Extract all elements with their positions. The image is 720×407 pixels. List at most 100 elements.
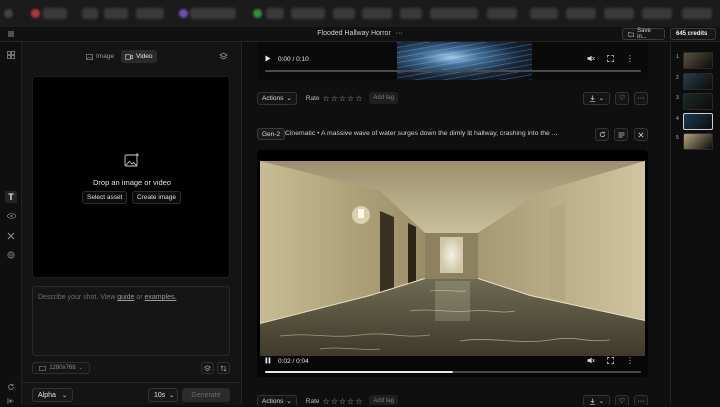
mute-icon[interactable] (587, 55, 595, 64)
guide-link[interactable]: guide (117, 294, 134, 301)
layout-icon[interactable] (5, 49, 17, 61)
generation-prompt[interactable]: Cinematic • A massive wave of water surg… (285, 130, 595, 137)
browser-tab[interactable] (190, 8, 236, 19)
video-player[interactable]: 0:02 / 0:04 ⋮ (257, 150, 648, 377)
layers-button[interactable] (201, 362, 214, 374)
prompt-placeholder-text: Describe your shot. View (38, 294, 118, 301)
add-tag-button[interactable]: Add tag (369, 395, 399, 405)
browser-tab[interactable] (333, 8, 355, 19)
thumbnail-item[interactable] (683, 133, 713, 150)
layers-icon (204, 364, 211, 371)
fullscreen-icon[interactable] (607, 357, 614, 366)
thumbnail-item[interactable] (683, 93, 713, 110)
video-player[interactable]: 0:00 / 0:10 ⋮ (257, 42, 648, 80)
browser-tab[interactable] (530, 8, 558, 19)
globe-icon[interactable] (5, 249, 17, 261)
text-icon[interactable]: T (5, 191, 17, 203)
video-progress-fill (265, 371, 453, 373)
more-vertical-icon[interactable]: ⋮ (626, 357, 634, 366)
save-in-button[interactable]: Save in... (622, 28, 665, 40)
browser-tab[interactable] (136, 8, 164, 19)
ellipsis-icon[interactable]: ··· (396, 30, 403, 37)
tab-video[interactable]: Video (121, 50, 157, 63)
more-button[interactable]: ··· (634, 394, 648, 405)
play-icon[interactable] (265, 55, 271, 64)
more-button[interactable]: ··· (634, 91, 648, 105)
video-time: 0:02 / 0:04 (278, 358, 309, 365)
star-icon[interactable]: ☆ (323, 397, 330, 406)
browser-tab[interactable] (487, 8, 517, 19)
star-icon[interactable]: ☆ (323, 94, 330, 103)
model-selector[interactable]: Alpha ⌄ (32, 388, 73, 402)
video-progress[interactable] (265, 371, 641, 373)
actions-dropdown[interactable]: Actions ⌄ (257, 91, 297, 105)
rating: Rate ☆☆☆☆☆ (306, 94, 364, 103)
stack-icon[interactable] (219, 52, 228, 61)
thumbnail-item[interactable] (683, 73, 713, 90)
star-icon[interactable]: ☆ (331, 94, 338, 103)
browser-tab[interactable] (291, 8, 325, 19)
favorite-button[interactable]: ♡ (615, 91, 629, 105)
browser-tab[interactable] (104, 8, 128, 19)
menu-icon[interactable] (7, 30, 15, 38)
video-controls-bar: 0:02 / 0:04 ⋮ (257, 356, 648, 377)
more-vertical-icon[interactable]: ⋮ (626, 55, 634, 64)
refresh-icon (599, 131, 605, 138)
video-controls: 0:00 / 0:10 (265, 55, 309, 64)
browser-tab[interactable] (266, 8, 284, 19)
media-dropzone[interactable]: Drop an image or video Select asset Crea… (32, 76, 230, 278)
select-asset-button[interactable]: Select asset (82, 191, 128, 204)
browser-tab[interactable] (430, 8, 478, 19)
pause-icon[interactable] (265, 357, 271, 366)
star-icon[interactable]: ☆ (339, 94, 346, 103)
generate-button[interactable]: Generate (182, 388, 230, 402)
star-icon[interactable]: ☆ (347, 94, 354, 103)
star-rating[interactable]: ☆☆☆☆☆ (323, 397, 364, 406)
prompt-input[interactable]: Describe your shot. View guide or exampl… (32, 286, 230, 356)
thumbnail-item[interactable] (683, 113, 713, 130)
swap-button[interactable] (217, 362, 230, 374)
tab-image[interactable]: Image (82, 50, 118, 63)
actions-dropdown[interactable]: Actions ⌄ (257, 394, 297, 405)
star-icon[interactable]: ☆ (339, 397, 346, 406)
star-icon[interactable]: ☆ (355, 94, 362, 103)
star-icon[interactable]: ☆ (331, 397, 338, 406)
ellipsis-icon: ··· (637, 94, 645, 102)
favorite-button[interactable]: ♡ (615, 394, 629, 405)
browser-tab[interactable] (82, 8, 98, 19)
download-button[interactable]: ⌄ (583, 91, 610, 105)
browser-tab[interactable] (362, 8, 392, 19)
video-actions-row: Actions ⌄ Rate ☆☆☆☆☆ Add tag ⌄ ♡ ··· (257, 394, 648, 405)
download-button[interactable]: ⌄ (583, 394, 610, 405)
browser-tab[interactable] (642, 8, 672, 19)
tools-icon[interactable] (5, 230, 17, 242)
browser-tab[interactable] (604, 8, 634, 19)
details-button[interactable] (614, 128, 628, 141)
close-button[interactable] (634, 128, 648, 141)
thumbnail-item[interactable] (683, 52, 713, 69)
browser-tab[interactable] (566, 8, 596, 19)
eye-icon[interactable] (5, 210, 17, 222)
browser-tab[interactable] (682, 8, 712, 19)
star-icon[interactable]: ☆ (347, 397, 354, 406)
video-progress[interactable] (265, 70, 641, 72)
fullscreen-icon[interactable] (607, 55, 614, 64)
browser-tab[interactable] (400, 8, 422, 19)
chevron-down-icon: ⌄ (78, 365, 83, 371)
add-tag-button[interactable]: Add tag (369, 92, 399, 104)
project-title[interactable]: Flooded Hallway Horror ··· (290, 30, 430, 37)
actions-label: Actions (262, 94, 284, 102)
duration-selector[interactable]: 10s ⌄ (148, 388, 178, 402)
examples-link[interactable]: examples. (145, 294, 177, 301)
resolution-selector[interactable]: 1280x768 ⌄ (32, 362, 90, 374)
create-image-button[interactable]: Create image (132, 191, 182, 204)
app-header: Flooded Hallway Horror ··· Save in... 64… (0, 27, 720, 42)
mute-icon[interactable] (587, 357, 595, 366)
star-icon[interactable]: ☆ (355, 397, 362, 406)
star-rating[interactable]: ☆☆☆☆☆ (323, 94, 364, 103)
regenerate-button[interactable] (595, 128, 609, 141)
credits-button[interactable]: 645 credits (670, 28, 716, 40)
refresh-icon[interactable] (5, 381, 17, 393)
collapse-icon[interactable] (5, 395, 17, 407)
browser-tab[interactable] (43, 8, 67, 19)
